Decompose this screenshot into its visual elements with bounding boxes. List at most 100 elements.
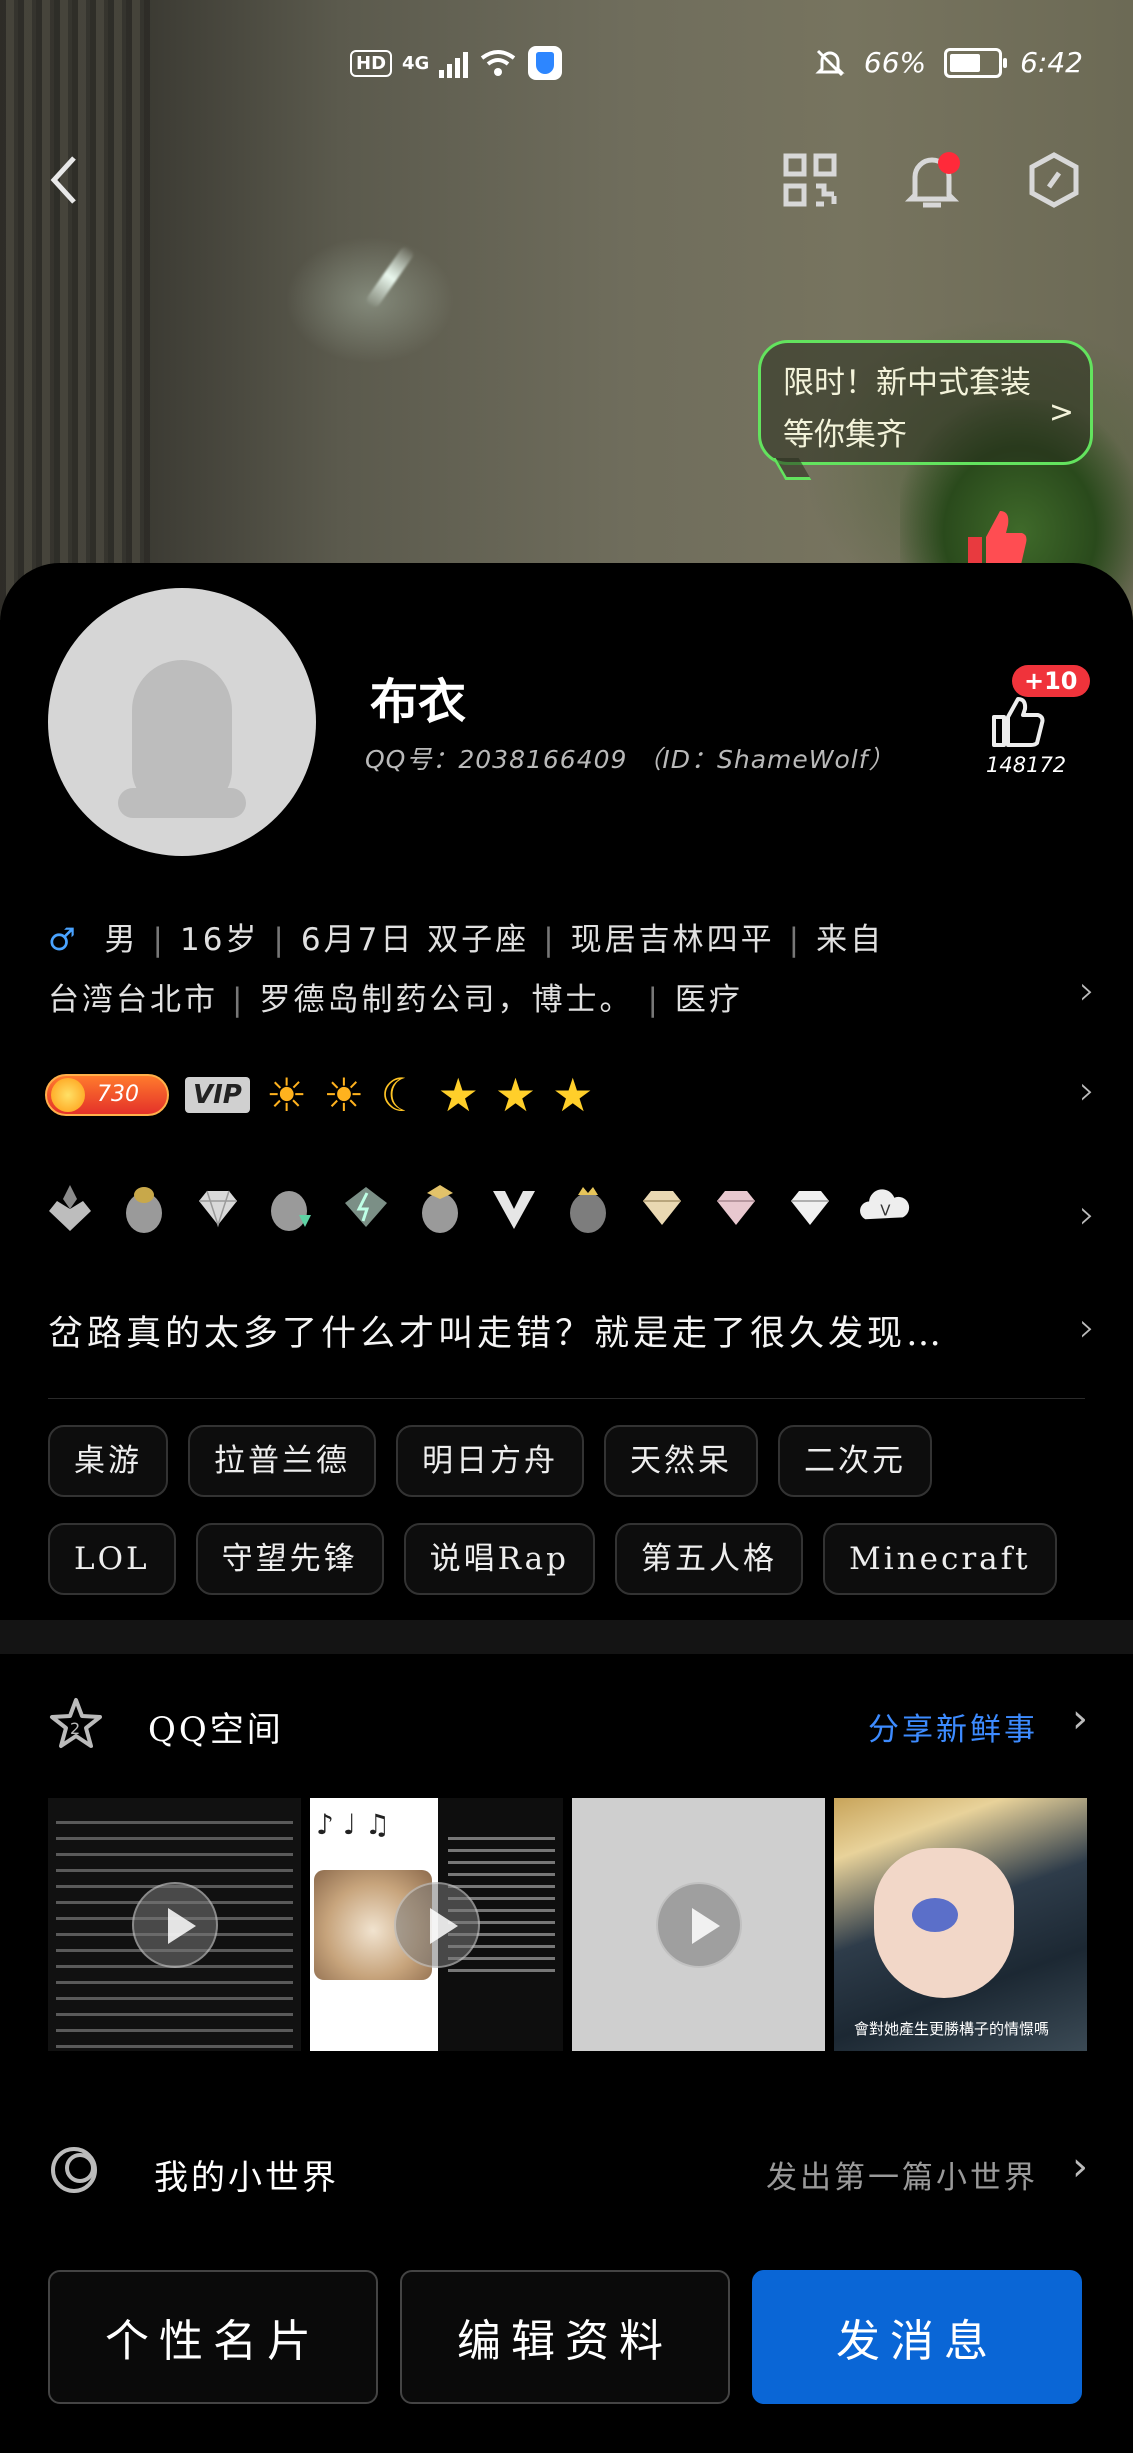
small-world-title: 我的小世界 [154, 2158, 339, 2198]
settings-button[interactable] [1022, 148, 1086, 212]
personal-card-button[interactable]: 个性名片 [48, 2270, 378, 2404]
badge-row[interactable]: V [42, 1180, 912, 1236]
svg-text:V: V [880, 1201, 891, 1219]
sun-icon: ☀ [323, 1068, 365, 1122]
status-bar: HD 4G 66% 6:42 [0, 40, 1133, 90]
pink-diamond-icon [708, 1180, 764, 1236]
promo-bubble[interactable]: 限时！新中式套装 等你集齐 > [758, 340, 1093, 480]
tag-row-1: 桌游 拉普兰德 明日方舟 天然呆 二次元 [48, 1425, 1088, 1497]
likes-count: 148172 [986, 753, 1067, 777]
level-row[interactable]: 730 VIP ☀ ☀ ☾ ★ ★ ★ [45, 1065, 593, 1125]
signal-icon [439, 48, 469, 78]
battery-fill [950, 53, 981, 72]
edit-profile-button[interactable]: 编辑资料 [400, 2270, 730, 2404]
star-icon: ★ [494, 1068, 537, 1122]
male-icon: ♂ [48, 922, 79, 958]
info-chevron-right-icon[interactable]: › [1079, 968, 1095, 1014]
tag[interactable]: 守望先锋 [195, 1523, 384, 1595]
small-world-header[interactable]: 我的小世界 发出第一篇小世界 › [48, 2138, 1088, 2208]
clock: 6:42 [1020, 46, 1083, 79]
penguin-badge-icon [116, 1180, 172, 1236]
send-message-button[interactable]: 发消息 [752, 2270, 1082, 2404]
bottom-action-bar: 个性名片 编辑资料 发消息 [48, 2270, 1082, 2404]
info-hometown-label: 来自 [816, 922, 885, 958]
vip-badge: VIP [185, 1077, 250, 1113]
play-icon [393, 1881, 480, 1968]
bell-slash-icon [815, 49, 845, 76]
notifications-button[interactable] [900, 148, 964, 212]
penguin-crown-badge-icon [412, 1180, 468, 1236]
thumbs-up-icon [992, 697, 1045, 747]
security-shield-icon [528, 46, 563, 80]
tag[interactable]: Minecraft [822, 1523, 1057, 1595]
info-birthday: 6月7日 双子座 [300, 922, 530, 958]
tag[interactable]: 桌游 [48, 1425, 168, 1497]
penguin-king-badge-icon [560, 1180, 616, 1236]
divider [48, 1398, 1085, 1399]
thumb-caption: 會對她產生更勝構子的情憬嗎 [854, 2020, 1050, 2038]
qzone-thumbnails: ♪ ♩ ♫ 會對她產生更勝構子的情憬嗎 [48, 1798, 1087, 2051]
tag[interactable]: 拉普兰德 [188, 1425, 376, 1497]
anime-eye [912, 1898, 958, 1932]
diamond-icon [190, 1180, 246, 1236]
promo-line2: 等你集齐 [783, 417, 907, 453]
likes-plus-badge: +10 [1012, 665, 1090, 697]
interest-tags: 桌游 拉普兰德 明日方舟 天然呆 二次元 LOL 守望先锋 说唱Rap 第五人格… [48, 1425, 1088, 1621]
signature[interactable]: 岔路真的太多了什么才叫走错？就是走了很久发现… [48, 1305, 945, 1356]
back-button[interactable] [32, 148, 96, 212]
qr-code-button[interactable] [778, 148, 842, 212]
lightning-diamond-icon [338, 1180, 394, 1236]
qzone-thumb-text-video[interactable] [48, 1798, 301, 2051]
v-badge-icon [486, 1180, 542, 1236]
share-new-post-link[interactable]: 分享新鲜事 [868, 1704, 1038, 1749]
chevron-right-icon: › [1072, 1696, 1088, 1742]
music-notes-icon: ♪ ♩ ♫ [316, 1808, 390, 1841]
qzone-thumb-blank-video[interactable] [572, 1798, 825, 2051]
info-line-1: ♂ 男 | 16岁 | 6月7日 双子座 | 现居吉林四平 | 来自 [48, 922, 885, 958]
qq-number[interactable]: QQ号：2038166409 （ID：ShameWolf） [365, 740, 895, 776]
chevron-left-icon [50, 156, 76, 204]
hd-indicator: HD [350, 49, 393, 77]
qzone-title: QQ空间 [148, 1710, 284, 1750]
play-icon [655, 1881, 742, 1968]
wifi-icon [481, 50, 516, 76]
badges-chevron-right-icon[interactable]: › [1079, 1192, 1095, 1238]
qzone-header[interactable]: 2 QQ空间 分享新鲜事 › [48, 1690, 1088, 1760]
qzone-thumb-cat-video[interactable]: ♪ ♩ ♫ [310, 1798, 563, 2051]
level-chevron-right-icon[interactable]: › [1079, 1068, 1095, 1114]
cover-light-streak [364, 244, 416, 310]
info-location: 现居吉林四平 [570, 922, 775, 958]
info-gender: 男 [104, 922, 139, 958]
tag[interactable]: 明日方舟 [396, 1425, 584, 1497]
cover-curtain [0, 0, 150, 620]
likes-button[interactable]: +10 148172 [980, 665, 1090, 785]
tag[interactable]: 二次元 [778, 1425, 932, 1497]
tag[interactable]: 说唱Rap [403, 1523, 595, 1595]
silver-wing-badge-icon [42, 1180, 98, 1236]
tag[interactable]: 第五人格 [614, 1523, 803, 1595]
promo-line1: 限时！新中式套装 [783, 365, 1031, 401]
qzone-thumb-anime[interactable]: 會對她產生更勝構子的情憬嗎 [834, 1798, 1087, 2051]
profile-info[interactable]: ♂ 男 | 16岁 | 6月7日 双子座 | 现居吉林四平 | 来自 台湾台北市 | 罗德岛制药公司… [48, 910, 1048, 1030]
info-age: 16岁 [179, 922, 260, 958]
tag[interactable]: 天然呆 [604, 1425, 758, 1497]
penguin-feet [118, 788, 246, 818]
white-diamond-icon [782, 1180, 838, 1236]
coin-badge: 730 [45, 1074, 169, 1116]
avatar[interactable] [48, 588, 316, 856]
battery-percent: 66% [863, 46, 927, 79]
hexagon-settings-icon [1029, 152, 1079, 208]
section-separator [0, 1620, 1133, 1654]
sun-icon: ☀ [265, 1068, 308, 1122]
info-line-2: 台湾台北市 | 罗德岛制药公司，博士。 | 医疗 [48, 982, 743, 1018]
network-type: 4G [402, 52, 430, 74]
first-world-post-link[interactable]: 发出第一篇小世界 [766, 2152, 1038, 2197]
signature-chevron-right-icon[interactable]: › [1079, 1305, 1095, 1351]
star-icon: ★ [552, 1068, 594, 1122]
chevron-right-icon: > [1048, 395, 1074, 430]
tag[interactable]: LOL [48, 1523, 176, 1595]
cloud-vip-badge-icon: V [856, 1180, 912, 1236]
svg-text:2: 2 [70, 1719, 80, 1738]
tag-row-2: LOL 守望先锋 说唱Rap 第五人格 Minecraft [48, 1523, 1088, 1595]
nickname[interactable]: 布衣 [370, 662, 466, 732]
